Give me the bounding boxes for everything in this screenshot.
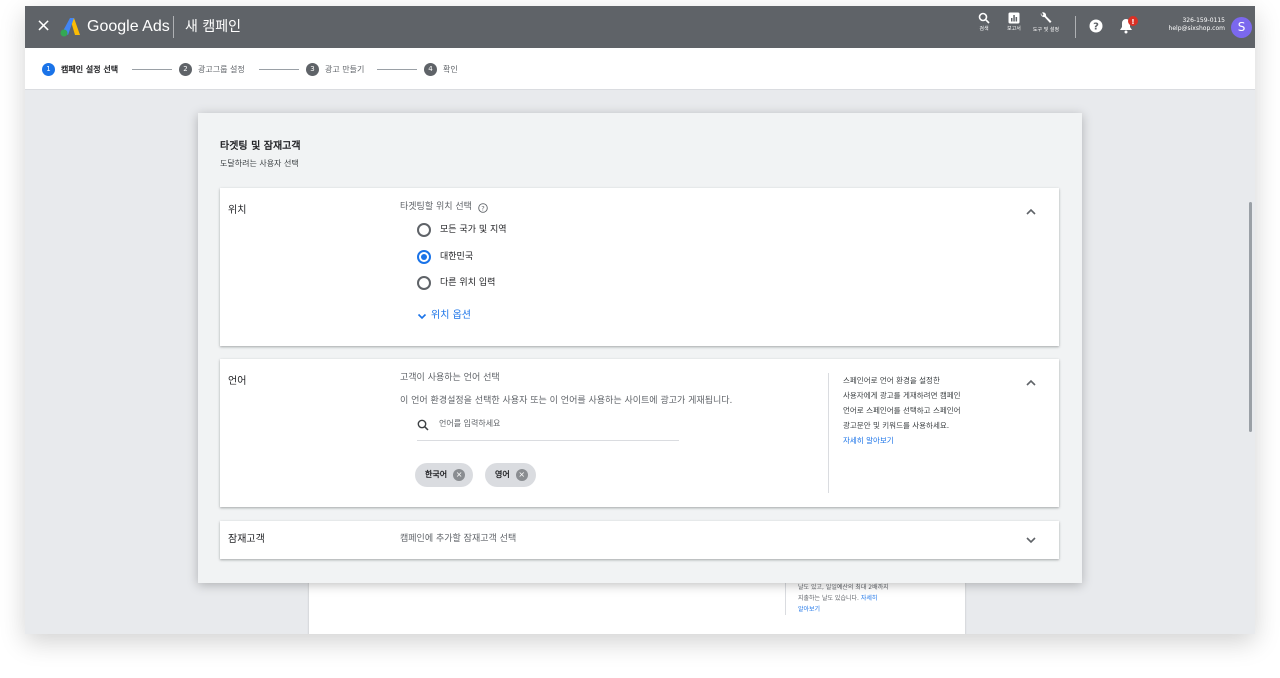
tools-settings-label: 도구 및 설정	[1032, 27, 1060, 33]
scrollbar[interactable]	[1249, 202, 1252, 432]
language-help-note: 스페인어로 언어 환경을 설정한 사용자에게 광고를 게재하려면 캠페인 언어로…	[828, 373, 1038, 493]
reports-tool-label: 보고서	[1007, 26, 1021, 32]
radio-button[interactable]	[417, 223, 431, 237]
location-prompt: 타겟팅할 위치 선택	[400, 202, 472, 212]
remove-chip-icon[interactable]: ×	[453, 469, 466, 481]
chevron-up-icon[interactable]	[1025, 377, 1037, 389]
customer-id: 326-159-0115	[1182, 17, 1225, 24]
step-label: 광고그룹 설정	[198, 64, 245, 74]
chevron-down-icon[interactable]	[1025, 534, 1037, 546]
radio-button-selected[interactable]	[417, 250, 431, 264]
top-app-bar: × Google Ads 새 캠페인 검색 보고서 도구 및 설정 ? ! 32…	[25, 6, 1255, 48]
help-line: 광고문안 및 키워드를 사용하세요.	[843, 421, 950, 430]
step-number: 3	[306, 62, 319, 76]
remove-chip-icon[interactable]: ×	[515, 469, 528, 481]
chevron-up-icon[interactable]	[1025, 206, 1037, 218]
panel-title: 타겟팅 및 잠재고객	[220, 141, 301, 152]
radio-south-korea[interactable]: 대한민국	[417, 250, 473, 264]
location-card: 위치 타겟팅할 위치 선택 ? 모든 국가 및 지역 대한민국 다른 위치 입력…	[220, 188, 1059, 346]
avatar[interactable]: S	[1231, 17, 1252, 38]
language-description: 이 언어 환경설정을 선택한 사용자 또는 이 언어를 사용하는 사이트에 광고…	[400, 396, 733, 406]
step-label: 확인	[443, 64, 458, 74]
search-tool-label: 검색	[979, 26, 989, 32]
account-email: help@sixshop.com	[1168, 25, 1225, 32]
learn-more-link[interactable]: 자세히	[861, 595, 878, 602]
location-label: 위치	[228, 205, 247, 216]
step-create-ads[interactable]: 3 광고 만들기	[306, 62, 364, 76]
language-card: 언어 고객이 사용하는 언어 선택 이 언어 환경설정을 선택한 사용자 또는 …	[220, 359, 1059, 507]
language-label: 언어	[228, 376, 247, 387]
help-circle-icon[interactable]: ?	[478, 202, 488, 213]
targeting-panel: 타겟팅 및 잠재고객 도달하려는 사용자 선택 위치 타겟팅할 위치 선택 ? …	[198, 113, 1082, 583]
step-connector	[259, 69, 299, 70]
help-line: 지출하는 날도 있습니다.	[798, 595, 859, 602]
help-icon[interactable]: ?	[1089, 19, 1103, 33]
step-connector	[132, 69, 172, 70]
radio-button[interactable]	[417, 276, 431, 290]
language-chip-english[interactable]: 영어 ×	[485, 463, 536, 487]
google-ads-logo-icon	[60, 18, 80, 37]
language-prompt: 고객이 사용하는 언어 선택	[400, 373, 500, 383]
audience-label: 잠재고객	[228, 534, 265, 545]
language-chip-korean[interactable]: 한국어 ×	[415, 463, 474, 487]
tools-settings-button[interactable]: 도구 및 설정	[1029, 12, 1063, 33]
background-help-text: 날도 있고, 일일예산의 최대 2배까지 지출하는 날도 있습니다. 자세히 알…	[785, 582, 945, 615]
language-search-input[interactable]	[439, 419, 659, 428]
help-line: 언어로 스페인어를 선택하고 스페인어	[843, 406, 961, 415]
step-connector	[377, 69, 417, 70]
account-info[interactable]: 326-159-0115 help@sixshop.com	[1155, 17, 1225, 33]
reports-icon	[1008, 12, 1020, 24]
radio-other-location[interactable]: 다른 위치 입력	[417, 276, 495, 290]
chip-label: 영어	[495, 470, 510, 479]
step-campaign-settings[interactable]: 1 캠페인 설정 선택	[42, 62, 118, 76]
notification-badge: !	[1131, 18, 1134, 26]
radio-label: 모든 국가 및 지역	[440, 224, 507, 235]
radio-label: 다른 위치 입력	[440, 277, 496, 288]
search-icon	[417, 419, 429, 431]
campaign-stepper: 1 캠페인 설정 선택 2 광고그룹 설정 3 광고 만들기 4 확인	[25, 48, 1255, 90]
help-line: 날도 있고, 일일예산의 최대 2배까지	[798, 584, 889, 591]
title-divider	[173, 16, 174, 38]
step-label: 캠페인 설정 선택	[61, 64, 119, 74]
step-ad-group-settings[interactable]: 2 광고그룹 설정	[179, 62, 245, 76]
reports-tool-button[interactable]: 보고서	[997, 12, 1031, 32]
toolbar-divider	[1075, 16, 1076, 38]
chevron-down-icon	[417, 313, 427, 320]
audience-prompt: 캠페인에 추가할 잠재고객 선택	[400, 534, 517, 544]
search-tool-button[interactable]: 검색	[967, 12, 1001, 32]
notifications-bell-icon[interactable]: !	[1117, 16, 1139, 34]
help-line: 스페인어로 언어 환경을 설정한	[843, 376, 940, 385]
radio-label: 대한민국	[440, 251, 474, 262]
radio-all-countries[interactable]: 모든 국가 및 지역	[417, 223, 507, 237]
search-icon	[978, 12, 990, 24]
learn-more-link[interactable]: 자세히 알아보기	[843, 433, 1038, 448]
step-confirm[interactable]: 4 확인	[424, 62, 458, 76]
step-label: 광고 만들기	[325, 64, 365, 74]
step-number: 4	[424, 62, 437, 76]
panel-subtitle: 도달하려는 사용자 선택	[220, 159, 299, 168]
chip-label: 한국어	[425, 470, 448, 479]
svg-text:?: ?	[481, 204, 484, 212]
brand-name: Google Ads	[87, 18, 170, 35]
svg-text:?: ?	[1093, 22, 1099, 33]
app-window: × Google Ads 새 캠페인 검색 보고서 도구 및 설정 ? ! 32…	[25, 6, 1255, 634]
location-prompt-row: 타겟팅할 위치 선택 ?	[400, 201, 488, 214]
location-options-link[interactable]: 위치 옵션	[417, 309, 471, 323]
close-icon[interactable]: ×	[36, 16, 51, 36]
step-number: 2	[179, 62, 192, 76]
help-line: 사용자에게 광고를 게재하려면 캠페인	[843, 391, 961, 400]
audience-card[interactable]: 잠재고객 캠페인에 추가할 잠재고객 선택	[220, 521, 1059, 559]
learn-more-link-cont[interactable]: 알아보기	[798, 604, 945, 615]
step-number: 1	[42, 62, 55, 76]
page-title: 새 캠페인	[185, 19, 241, 35]
language-search-field[interactable]	[417, 417, 679, 441]
location-options-label: 위치 옵션	[431, 310, 471, 321]
wrench-icon	[1040, 12, 1052, 23]
